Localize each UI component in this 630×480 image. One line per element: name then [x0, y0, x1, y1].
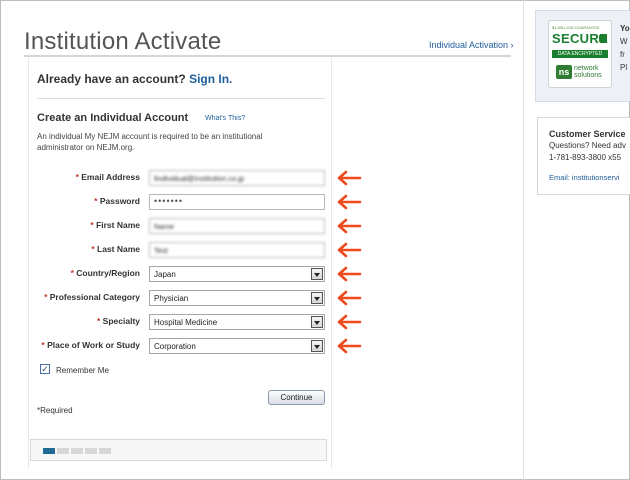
remember-me-label: Remember Me: [56, 366, 109, 375]
customer-service-email-link[interactable]: Email: institutionservi: [549, 173, 619, 182]
country-select-value: Japan: [154, 270, 176, 279]
arrow-left-icon: [337, 194, 362, 210]
title-divider: [24, 55, 511, 57]
last-name-input[interactable]: Test: [149, 242, 325, 258]
arrow-left-icon: [337, 290, 362, 306]
arrow-left-icon: [337, 266, 362, 282]
form-row-place-of-work: * Place of Work or Study Corporation: [0, 338, 330, 355]
customer-service-title: Customer Service: [549, 129, 626, 139]
country-label: * Country/Region: [70, 268, 140, 278]
email-label: * Email Address: [75, 172, 140, 182]
already-have-account: Already have an account? Sign In.: [37, 72, 232, 86]
progress-step-4: [85, 448, 97, 454]
sign-in-link[interactable]: Sign In.: [189, 72, 232, 86]
lock-icon: [599, 35, 607, 42]
arrow-left-icon: [337, 314, 362, 330]
first-name-label: * First Name: [90, 220, 140, 230]
professional-category-value: Physician: [154, 294, 189, 303]
form-row-email: * Email Address lindividual@institution.…: [0, 170, 330, 187]
chevron-down-icon[interactable]: [311, 292, 323, 304]
form-row-country: * Country/Region Japan: [0, 266, 330, 283]
first-name-input[interactable]: Name: [149, 218, 325, 234]
arrow-left-icon: [337, 170, 362, 186]
already-text: Already have an account?: [37, 72, 186, 86]
password-label: * Password: [94, 196, 140, 206]
password-input[interactable]: •••••••: [149, 194, 325, 210]
chevron-down-icon[interactable]: [311, 268, 323, 280]
seal-network-text: network solutions: [574, 65, 602, 79]
professional-category-label: * Professional Category: [44, 292, 140, 302]
section-divider: [37, 98, 325, 99]
place-of-work-value: Corporation: [154, 342, 196, 351]
form-row-first-name: * First Name Name: [0, 218, 330, 235]
progress-step-1: [43, 448, 55, 454]
network-solutions-secure-seal[interactable]: $1 MILLION GUARANTEE SECURE DATA ENCRYPT…: [548, 20, 612, 88]
network-solutions-logo-icon: ns: [556, 65, 572, 79]
arrow-left-icon: [337, 218, 362, 234]
account-description: An individual My NEJM account is require…: [37, 132, 263, 152]
chevron-down-icon[interactable]: [311, 316, 323, 328]
seal-guarantee-text: $1 MILLION GUARANTEE: [552, 25, 600, 30]
remember-me-checkbox[interactable]: ✓: [40, 364, 50, 374]
form-row-specialty: * Specialty Hospital Medicine: [0, 314, 330, 331]
whats-this-link[interactable]: What's This?: [205, 115, 245, 122]
create-account-heading: Create an Individual Account: [37, 112, 189, 124]
place-of-work-select[interactable]: Corporation: [149, 338, 325, 354]
customer-service-questions: Questions? Need adv: [549, 141, 626, 150]
progress-step-5: [99, 448, 111, 454]
place-of-work-label: * Place of Work or Study: [41, 340, 140, 350]
arrow-left-icon: [337, 242, 362, 258]
country-select[interactable]: Japan: [149, 266, 325, 282]
truncated-seal-text: Yo W fr Pl: [620, 24, 630, 72]
progress-step-2: [57, 448, 69, 454]
individual-activation-link[interactable]: Individual Activation ›: [429, 40, 514, 50]
arrow-left-icon: [337, 338, 362, 354]
email-input[interactable]: lindividual@institution.co.jp: [149, 170, 325, 186]
column-divider: [523, 0, 524, 480]
seal-encrypted-text: DATA ENCRYPTED: [552, 50, 608, 58]
specialty-select[interactable]: Hospital Medicine: [149, 314, 325, 330]
form-row-last-name: * Last Name Test: [0, 242, 330, 259]
specialty-label: * Specialty: [96, 316, 140, 326]
progress-bar: [30, 439, 327, 461]
form-row-professional-category: * Professional Category Physician: [0, 290, 330, 307]
specialty-value: Hospital Medicine: [154, 318, 218, 327]
page-title: Institution Activate: [24, 28, 222, 55]
form-row-password: * Password •••••••: [0, 194, 330, 211]
chevron-down-icon[interactable]: [311, 340, 323, 352]
continue-button[interactable]: Continue: [268, 390, 325, 405]
required-note: *Required: [37, 406, 73, 415]
professional-category-select[interactable]: Physician: [149, 290, 325, 306]
customer-service-phone: 1-781-893-3800 x55: [549, 153, 622, 162]
last-name-label: * Last Name: [91, 244, 140, 254]
progress-step-3: [71, 448, 83, 454]
